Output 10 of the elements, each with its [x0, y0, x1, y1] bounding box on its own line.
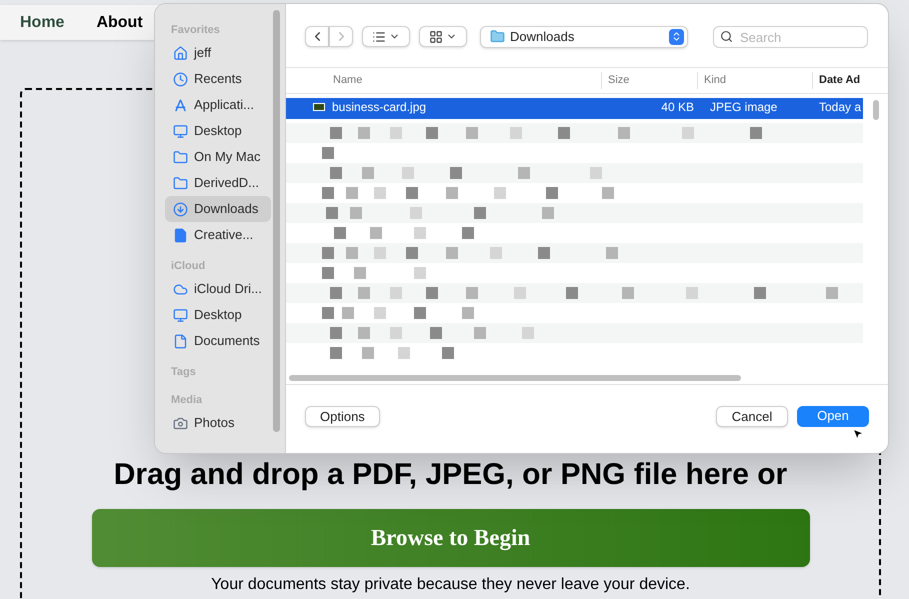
file-kind: JPEG image: [709, 99, 778, 116]
sidebar-section-title: Media: [170, 393, 204, 408]
sidebar-section-title: iCloud: [170, 259, 206, 274]
privacy-note: Your documents stay private because they never leave your device.: [211, 575, 690, 595]
file-size: 40 KB: [660, 99, 695, 116]
file-name: business-card.jpg: [332, 99, 428, 116]
sidebar-section-title: Favorites: [170, 23, 221, 38]
drop-heading: Drag and drop a PDF, JPEG, or PNG file here or: [114, 457, 788, 493]
sidebar-section-title: Tags: [170, 365, 197, 380]
file-date: Today a: [818, 99, 862, 116]
